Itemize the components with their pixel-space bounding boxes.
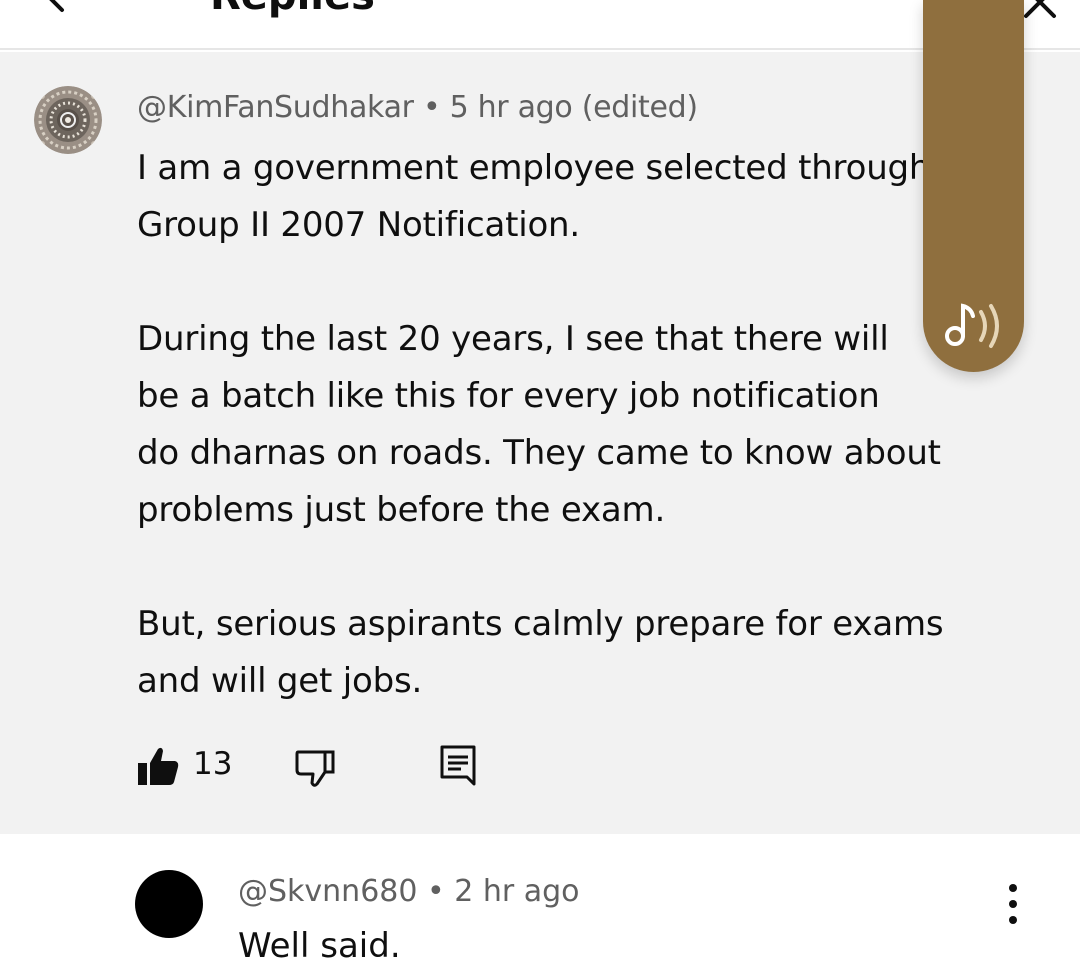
page-title: Replies <box>210 0 375 16</box>
reply-timestamp: • 2 hr ago <box>417 874 580 909</box>
more-icon[interactable] <box>996 882 1030 926</box>
header: Replies <box>0 0 1080 50</box>
comment-card: @KimFanSudhakar • 5 hr ago (edited) I am… <box>0 52 1080 834</box>
reply-meta: @Skvnn680 • 2 hr ago <box>238 874 580 909</box>
reply-text: Well said. <box>238 926 401 966</box>
avatar-pattern <box>34 86 102 154</box>
reply-icon[interactable] <box>439 744 477 790</box>
reply-author[interactable]: @Skvnn680 <box>238 874 417 909</box>
comment-text: I am a government employee selected thro… <box>137 148 944 701</box>
like-count: 13 <box>193 746 233 782</box>
comment-meta: @KimFanSudhakar • 5 hr ago (edited) <box>137 90 698 125</box>
audio-icon[interactable] <box>941 300 1005 352</box>
avatar[interactable] <box>135 870 203 938</box>
back-arrow-icon[interactable] <box>44 0 84 18</box>
close-icon[interactable] <box>1020 0 1060 22</box>
reply-comment: @Skvnn680 • 2 hr ago Well said. <box>0 834 1080 969</box>
audio-pill[interactable] <box>923 0 1024 372</box>
dislike-icon[interactable] <box>295 746 335 788</box>
like-icon[interactable] <box>137 746 179 786</box>
comment-author[interactable]: @KimFanSudhakar <box>137 90 414 125</box>
avatar[interactable] <box>34 86 102 154</box>
comment-timestamp: • 5 hr ago (edited) <box>413 90 698 125</box>
